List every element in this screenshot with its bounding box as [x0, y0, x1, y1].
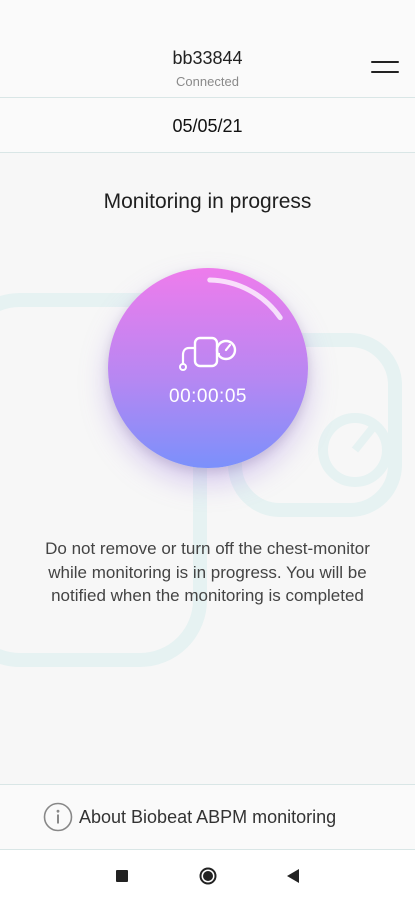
blood-pressure-monitor-icon [179, 336, 237, 371]
monitoring-title: Monitoring in progress [103, 190, 312, 213]
current-date: 05/05/21 [172, 116, 243, 136]
device-name: bb33844 [172, 48, 243, 68]
about-monitoring-button[interactable]: About Biobeat ABPM monitoring [0, 784, 415, 850]
triangle-back-icon[interactable] [286, 868, 300, 884]
system-nav-bar [0, 850, 415, 900]
monitoring-notice: Do not remove or turn off the chest-moni… [45, 539, 370, 605]
square-recents-icon[interactable] [116, 870, 128, 882]
connection-status: Connected [176, 74, 239, 89]
monitoring-progress-circle: 00:00:05 [108, 268, 308, 468]
elapsed-timer: 00:00:05 [169, 386, 247, 407]
app-header: bb33844 Connected [0, 0, 415, 98]
about-monitoring-label: About Biobeat ABPM monitoring [79, 807, 337, 827]
circle-home-icon[interactable] [199, 867, 217, 885]
info-icon [43, 802, 73, 832]
date-bar: 05/05/21 [0, 98, 415, 153]
hamburger-menu-icon[interactable] [371, 58, 401, 78]
monitoring-screen: bb33844 Connected 05/05/21 Monitoring in… [0, 0, 415, 900]
